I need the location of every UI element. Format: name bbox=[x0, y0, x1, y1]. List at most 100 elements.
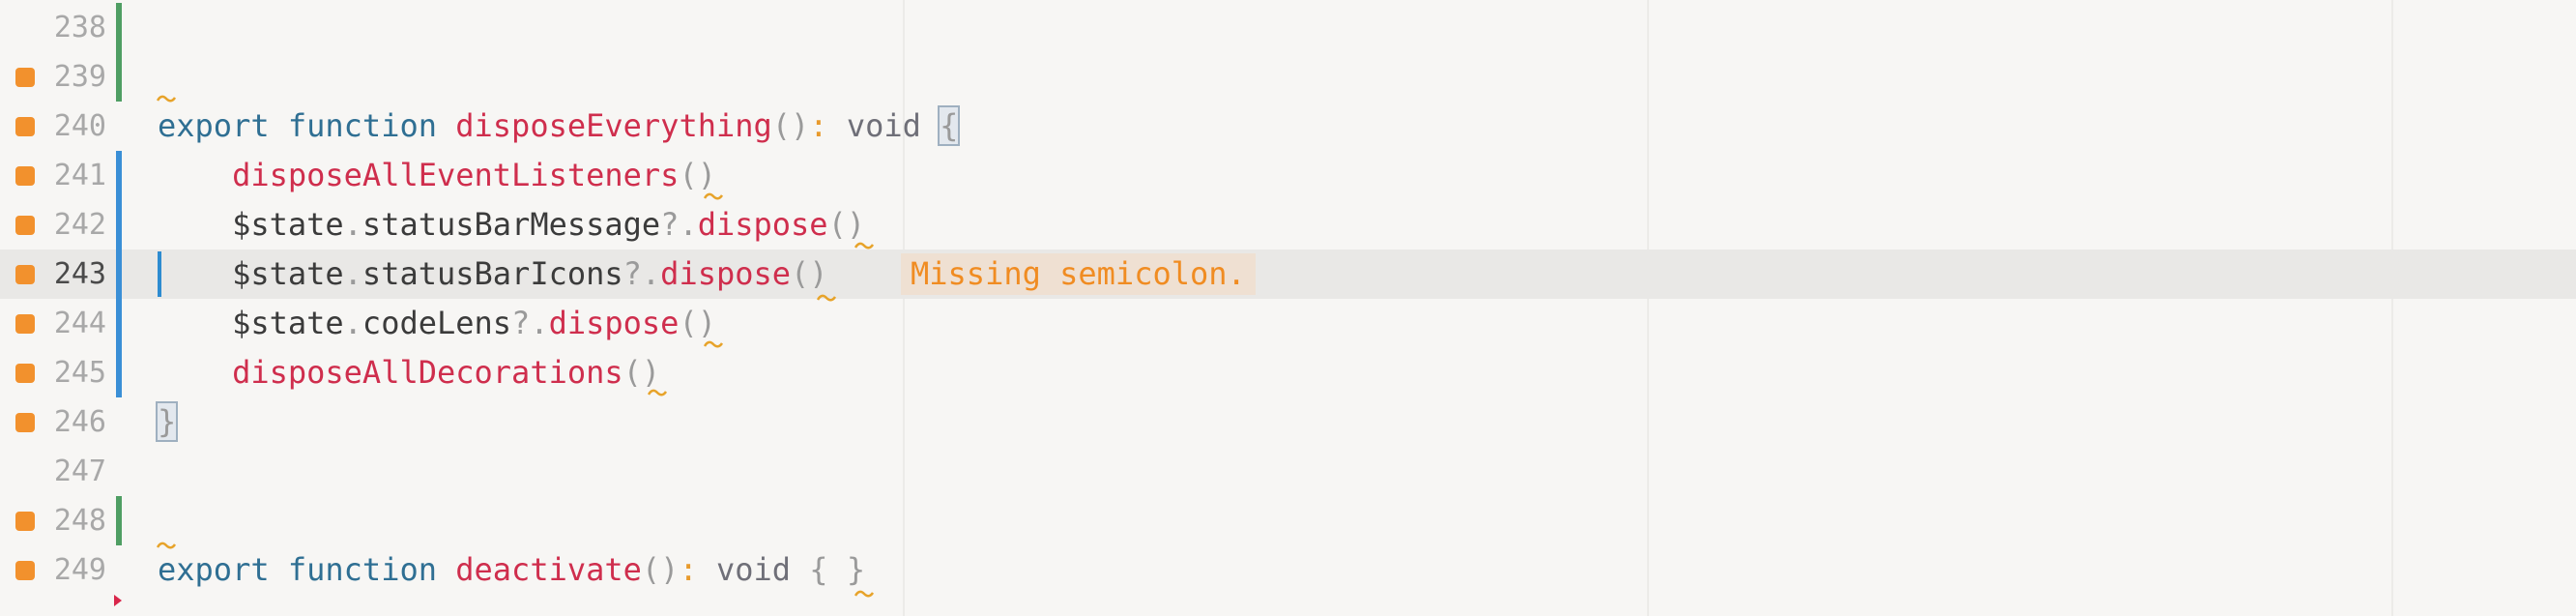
line-code[interactable]: disposeAllDecorations() bbox=[158, 348, 660, 397]
line-number: 239 bbox=[53, 60, 106, 94]
warning-marker-icon[interactable] bbox=[15, 561, 35, 580]
code-token: statusBarIcons bbox=[362, 255, 623, 292]
added-lines-bar bbox=[116, 496, 122, 545]
modified-lines-bar bbox=[116, 249, 122, 299]
code-token: () bbox=[641, 551, 680, 588]
warning-marker-icon[interactable] bbox=[15, 314, 35, 334]
code-token: () bbox=[771, 107, 810, 144]
code-token: $state bbox=[232, 206, 344, 243]
line-number: 238 bbox=[53, 11, 106, 44]
modified-lines-bar bbox=[116, 299, 122, 348]
code-token: disposeEverything bbox=[455, 107, 772, 144]
code-token: ?. bbox=[622, 255, 661, 292]
code-token: . bbox=[343, 255, 362, 292]
line-code[interactable]: $state.codeLens?.dispose() bbox=[158, 299, 716, 348]
modified-lines-bar bbox=[116, 348, 122, 397]
warning-marker-icon[interactable] bbox=[15, 68, 35, 87]
warning-squiggle-icon bbox=[704, 338, 723, 350]
code-token: void bbox=[846, 107, 921, 144]
warning-squiggle-icon bbox=[854, 240, 874, 251]
warning-marker-icon[interactable] bbox=[15, 364, 35, 383]
line-number: 246 bbox=[53, 405, 106, 439]
warning-squiggle-icon bbox=[157, 540, 176, 551]
code-token: () bbox=[679, 305, 716, 341]
code-editor[interactable]: 238 239 240 export function disposeEvery… bbox=[0, 0, 2576, 616]
code-token: : bbox=[809, 107, 828, 144]
line-code[interactable]: export function disposeEverything(): voi… bbox=[158, 102, 961, 151]
code-line[interactable]: 239 bbox=[0, 52, 2576, 102]
code-token: dispose bbox=[548, 305, 680, 341]
code-line[interactable]: 241 disposeAllEventListeners() bbox=[0, 151, 2576, 200]
code-token: () bbox=[622, 354, 661, 391]
code-token: ?. bbox=[511, 305, 549, 341]
line-number: 244 bbox=[53, 307, 106, 340]
warning-marker-icon[interactable] bbox=[15, 512, 35, 531]
code-line[interactable]: 245 disposeAllDecorations() bbox=[0, 348, 2576, 397]
code-token: codeLens bbox=[362, 305, 512, 341]
active-code-line[interactable]: 243 $state.statusBarIcons?.dispose() Mis… bbox=[0, 249, 2576, 299]
code-token: $state bbox=[232, 255, 344, 292]
code-line[interactable]: 244 $state.codeLens?.dispose() bbox=[0, 299, 2576, 348]
deleted-lines-arrow-icon[interactable] bbox=[114, 595, 122, 606]
line-number: 245 bbox=[53, 356, 106, 390]
code-token: $state bbox=[232, 305, 344, 341]
inline-diagnostic-message[interactable]: Missing semicolon. bbox=[901, 253, 1256, 295]
modified-lines-bar bbox=[116, 151, 122, 200]
code-token: ?. bbox=[660, 206, 698, 243]
code-token: deactivate bbox=[455, 551, 642, 588]
code-token: () bbox=[827, 206, 866, 243]
code-line[interactable]: 242 $state.statusBarMessage?.dispose() bbox=[0, 200, 2576, 249]
code-token: function bbox=[287, 107, 437, 144]
code-line[interactable]: 238 bbox=[0, 3, 2576, 52]
line-number: 248 bbox=[53, 504, 106, 538]
warning-marker-icon[interactable] bbox=[15, 117, 35, 136]
code-token: export bbox=[158, 551, 270, 588]
code-line[interactable]: 249 export function deactivate(): void {… bbox=[0, 545, 2576, 595]
warning-squiggle-icon bbox=[817, 292, 836, 304]
code-token: : bbox=[679, 551, 698, 588]
line-code[interactable]: export function deactivate(): void { } bbox=[158, 545, 865, 595]
code-token: } bbox=[155, 401, 179, 442]
code-line[interactable]: 247 bbox=[0, 447, 2576, 496]
code-token: export bbox=[158, 107, 270, 144]
line-number: 242 bbox=[53, 208, 106, 242]
code-line[interactable]: 240 export function disposeEverything():… bbox=[0, 102, 2576, 151]
code-token: statusBarMessage bbox=[362, 206, 661, 243]
code-token: dispose bbox=[697, 206, 828, 243]
warning-marker-icon[interactable] bbox=[15, 413, 35, 432]
code-token: disposeAllEventListeners bbox=[232, 157, 680, 193]
warning-marker-icon[interactable] bbox=[15, 166, 35, 186]
code-token: dispose bbox=[660, 255, 792, 292]
code-token: disposeAllDecorations bbox=[232, 354, 623, 391]
modified-lines-bar bbox=[116, 200, 122, 249]
warning-marker-icon[interactable] bbox=[15, 265, 35, 284]
code-token: . bbox=[343, 305, 362, 341]
line-code[interactable]: $state.statusBarIcons?.dispose() bbox=[158, 249, 828, 299]
added-lines-bar bbox=[116, 3, 122, 52]
code-token: { bbox=[938, 105, 961, 146]
line-number: 243 bbox=[53, 257, 106, 291]
line-code[interactable]: } bbox=[155, 397, 179, 447]
line-number: 249 bbox=[53, 553, 106, 587]
line-number: 240 bbox=[53, 109, 106, 143]
code-token: function bbox=[287, 551, 437, 588]
code-line[interactable]: 246 } bbox=[0, 397, 2576, 447]
code-line[interactable]: 248 bbox=[0, 496, 2576, 545]
warning-squiggle-icon bbox=[854, 588, 874, 600]
warning-squiggle-icon bbox=[648, 387, 667, 398]
warning-marker-icon[interactable] bbox=[15, 216, 35, 235]
line-code[interactable]: $state.statusBarMessage?.dispose() bbox=[158, 200, 865, 249]
line-code[interactable]: disposeAllEventListeners() bbox=[158, 151, 716, 200]
line-number: 247 bbox=[53, 455, 106, 488]
